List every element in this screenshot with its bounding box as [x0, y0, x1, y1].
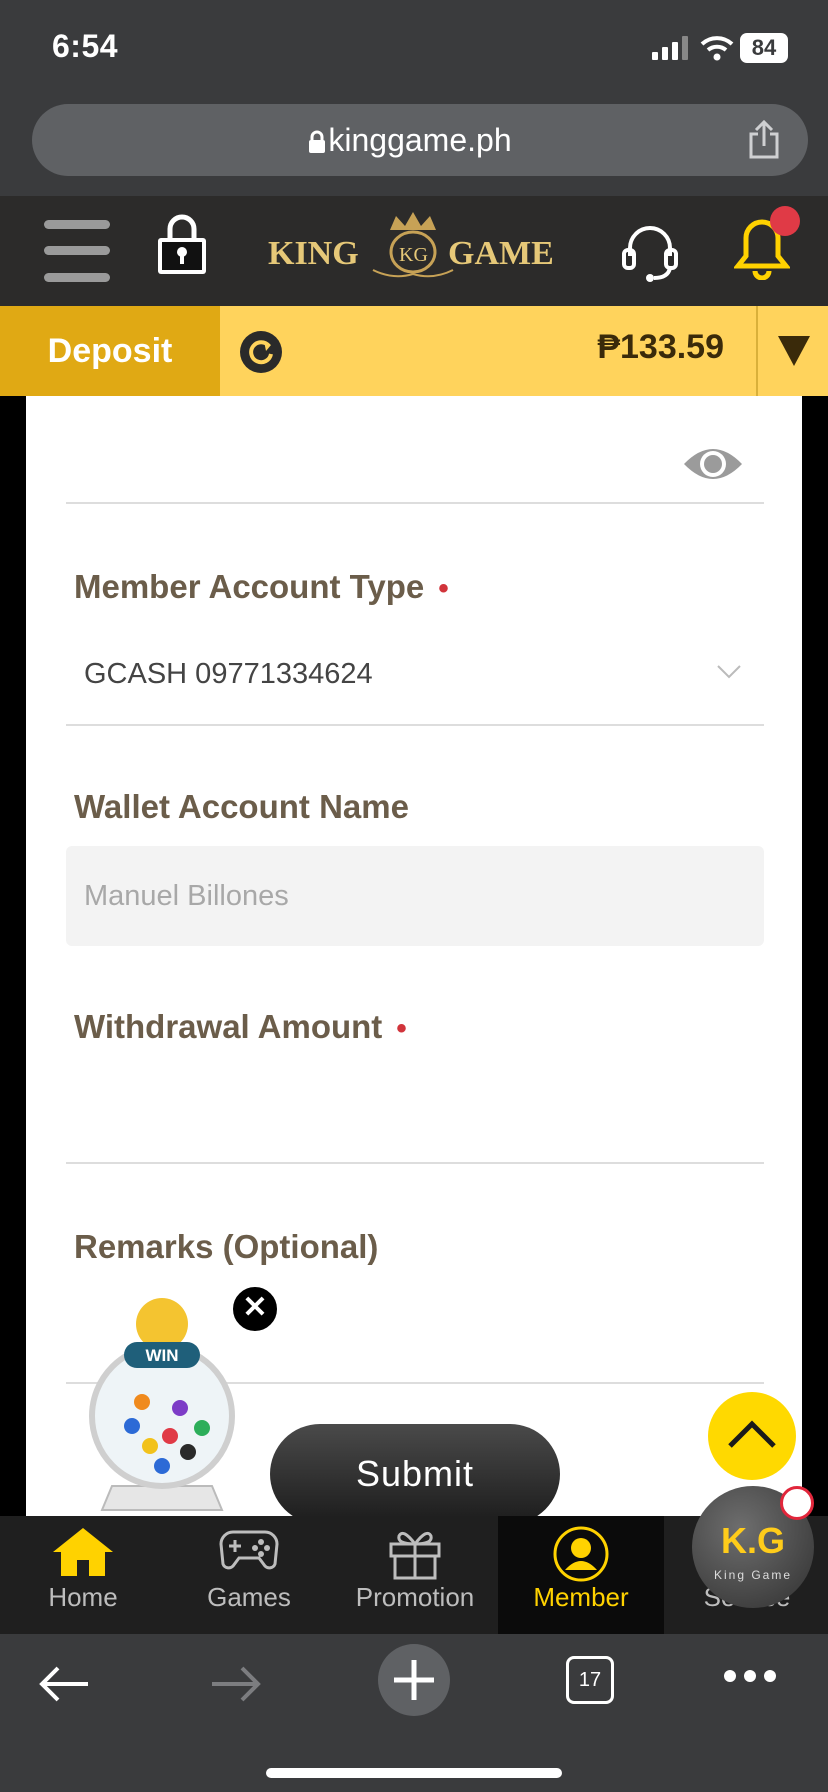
notification-dot [770, 206, 800, 236]
new-tab-button[interactable] [378, 1644, 450, 1716]
king-game-badge-button[interactable]: K.G King Game [692, 1486, 814, 1608]
tabs-button[interactable]: 17 [566, 1656, 614, 1704]
forward-arrow-icon[interactable] [210, 1664, 262, 1704]
refresh-icon[interactable] [240, 331, 282, 373]
svg-text:KG: KG [399, 244, 428, 266]
battery-indicator: 84 [740, 33, 788, 63]
deposit-button[interactable]: Deposit [0, 306, 220, 396]
submit-button[interactable]: Submit [270, 1424, 560, 1524]
url-text: kinggame.ph [328, 122, 512, 158]
hamburger-menu-icon[interactable] [44, 218, 110, 284]
gamepad-icon [219, 1530, 279, 1570]
balance-bar: Deposit ₱133.59 [0, 306, 828, 396]
withdrawal-amount-label: Withdrawal Amount • [74, 1008, 407, 1045]
nav-promotion[interactable]: Promotion [332, 1516, 498, 1634]
status-bar: 6:54 84 [0, 0, 828, 92]
password-field-underline [66, 502, 764, 504]
required-marker: • [396, 1012, 407, 1045]
member-icon [553, 1526, 609, 1582]
account-type-underline [66, 724, 764, 726]
wallet-name-field[interactable]: Manuel Billones [66, 846, 764, 946]
nav-member[interactable]: Member [498, 1516, 664, 1634]
address-bar[interactable]: kinggame.ph [32, 104, 808, 176]
customer-support-icon[interactable] [620, 220, 680, 284]
close-widget-button[interactable]: ✕ [230, 1284, 280, 1334]
lucky-draw-widget[interactable]: WIN [82, 1296, 242, 1516]
scroll-to-top-button[interactable] [708, 1392, 796, 1480]
site-header: KING KG GAME [0, 196, 828, 306]
wallet-name-label: Wallet Account Name [74, 788, 409, 825]
svg-text:WIN: WIN [145, 1346, 178, 1365]
svg-text:KING: KING [268, 235, 359, 272]
divider [756, 306, 758, 396]
account-type-select[interactable]: GCASH 09771334624 [84, 658, 373, 691]
locked-gift-icon[interactable] [154, 214, 210, 276]
status-time: 6:54 [52, 28, 119, 64]
required-marker: • [438, 572, 449, 605]
home-indicator [266, 1768, 562, 1778]
remarks-label: Remarks (Optional) [74, 1228, 379, 1265]
eye-icon[interactable] [682, 442, 744, 486]
more-options-icon[interactable] [722, 1668, 778, 1684]
wallet-balance: ₱133.59 [597, 328, 724, 366]
browser-toolbar: 17 [0, 1634, 828, 1792]
account-type-label: Member Account Type • [74, 568, 449, 605]
svg-text:GAME: GAME [448, 235, 554, 272]
nav-home[interactable]: Home [0, 1516, 166, 1634]
home-icon [53, 1528, 113, 1576]
chevron-up-icon [728, 1420, 776, 1448]
withdrawal-amount-underline [66, 1162, 764, 1164]
plus-icon [394, 1660, 434, 1700]
nav-games[interactable]: Games [166, 1516, 332, 1634]
share-icon[interactable] [746, 120, 782, 160]
badge-notification-dot [780, 1486, 814, 1520]
gift-icon [389, 1531, 441, 1580]
king-game-logo[interactable]: KING KG GAME [268, 208, 558, 288]
browser-address-area: kinggame.ph [0, 92, 828, 196]
caret-down-icon[interactable] [776, 334, 812, 368]
badge-subtitle: King Game [713, 1568, 793, 1582]
cellular-signal-icon [652, 36, 688, 60]
withdrawal-amount-input[interactable] [66, 1076, 764, 1156]
badge-logo-text: K.G [720, 1520, 785, 1561]
chevron-down-icon[interactable] [716, 664, 742, 680]
back-arrow-icon[interactable] [38, 1664, 90, 1704]
wallet-name-value: Manuel Billones [84, 880, 289, 912]
wifi-icon [700, 36, 734, 61]
